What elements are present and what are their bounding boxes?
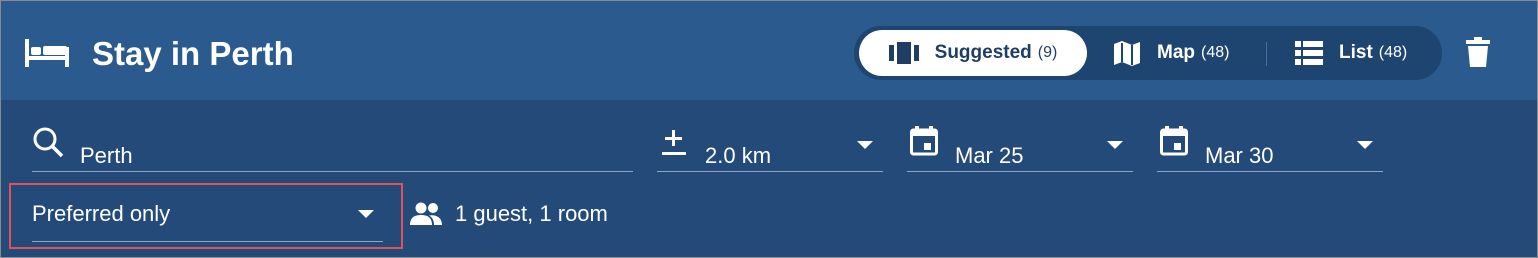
calendar-icon bbox=[910, 126, 938, 156]
hotel-search-panel: Stay in Perth Suggested (9) Map (48) Lis… bbox=[0, 0, 1538, 258]
calendar-icon bbox=[1160, 126, 1188, 156]
view-toggle: Suggested (9) Map (48) List (48) bbox=[854, 26, 1442, 80]
guests-value: 1 guest, 1 room bbox=[455, 201, 608, 226]
view-map-label: Map bbox=[1157, 42, 1195, 63]
search-icon bbox=[33, 127, 64, 158]
view-list-count: (48) bbox=[1378, 44, 1408, 61]
carousel-icon bbox=[888, 42, 919, 64]
chevron-down-icon bbox=[857, 141, 873, 149]
map-icon bbox=[1114, 41, 1140, 66]
view-map-button[interactable]: Map (48) bbox=[1113, 30, 1253, 76]
view-list-label: List bbox=[1339, 42, 1373, 63]
check-out-value: Mar 30 bbox=[1205, 143, 1274, 168]
people-icon bbox=[410, 202, 442, 225]
chevron-down-icon bbox=[358, 210, 374, 218]
page-title: Stay in Perth bbox=[92, 35, 294, 72]
list-icon bbox=[1295, 41, 1323, 65]
bed-icon bbox=[25, 39, 69, 67]
chevron-down-icon bbox=[1107, 141, 1123, 149]
check-in-value: Mar 25 bbox=[955, 143, 1024, 168]
chevron-down-icon bbox=[1357, 141, 1373, 149]
trash-icon[interactable] bbox=[1466, 37, 1490, 67]
check-out-date-select[interactable]: Mar 30 bbox=[1157, 111, 1383, 172]
view-suggested-label: Suggested bbox=[934, 42, 1032, 63]
check-in-date-select[interactable]: Mar 25 bbox=[907, 111, 1133, 172]
view-suggested-count: (9) bbox=[1037, 44, 1058, 61]
preference-value: Preferred only bbox=[32, 201, 171, 226]
view-map-count: (48) bbox=[1201, 44, 1230, 61]
guests-room-selector[interactable]: 1 guest, 1 room bbox=[409, 199, 608, 229]
preference-select[interactable]: Preferred only bbox=[32, 181, 383, 242]
view-suggested-button[interactable]: Suggested (9) bbox=[859, 30, 1087, 76]
radius-select[interactable]: 2.0 km bbox=[657, 111, 883, 172]
toggle-divider bbox=[1266, 42, 1267, 66]
radius-value: 2.0 km bbox=[705, 143, 772, 168]
view-list-button[interactable]: List (48) bbox=[1295, 30, 1435, 76]
location-search-field[interactable]: Perth bbox=[32, 111, 633, 172]
location-value: Perth bbox=[80, 143, 133, 168]
plus-minus-icon bbox=[662, 130, 686, 155]
